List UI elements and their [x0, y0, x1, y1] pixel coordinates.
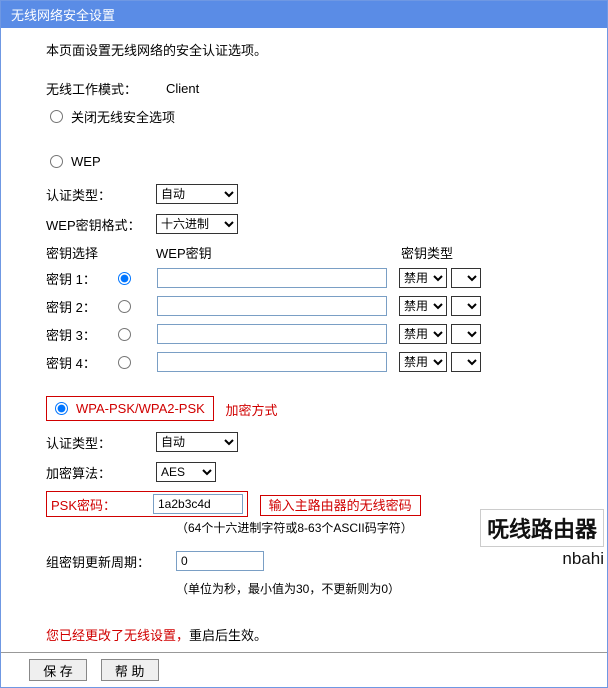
key-3-radio[interactable] — [118, 328, 131, 341]
key-1-type[interactable]: 禁用 — [399, 268, 447, 288]
mode-row: 无线工作模式： Client — [46, 77, 577, 99]
wpa-radio[interactable] — [55, 402, 68, 415]
footer: 保 存 帮 助 — [1, 652, 607, 687]
key-4-type[interactable]: 禁用 — [399, 352, 447, 372]
key-2-input[interactable] — [157, 296, 387, 316]
disable-security-label: 关闭无线安全选项 — [71, 107, 175, 126]
key-row-1: 密钥 1： 禁用 — [46, 268, 577, 288]
wep-auth-row: 认证类型： 自动 — [46, 183, 577, 205]
notice-black: 重启后生效。 — [189, 628, 267, 643]
wep-auth-label: 认证类型： — [46, 185, 156, 204]
watermark-url: nbahi — [562, 549, 604, 569]
key-1-extra[interactable] — [451, 268, 481, 288]
wpa-auth-label: 认证类型： — [46, 433, 156, 452]
wpa-row: WPA-PSK/WPA2-PSK 加密方式 — [46, 380, 577, 431]
group-key-hint: （单位为秒，最小值为30，不更新则为0） — [176, 580, 577, 597]
disable-security-radio[interactable] — [50, 110, 63, 123]
wpa-auth-select[interactable]: 自动 — [156, 432, 238, 452]
key-row-3: 密钥 3： 禁用 — [46, 324, 577, 344]
key-2-radio[interactable] — [118, 300, 131, 313]
mode-value: Client — [166, 81, 199, 96]
wpa-option-box[interactable]: WPA-PSK/WPA2-PSK — [46, 396, 214, 421]
key-2-type[interactable]: 禁用 — [399, 296, 447, 316]
key-1-input[interactable] — [157, 268, 387, 288]
key-2-extra[interactable] — [451, 296, 481, 316]
key-1-radio[interactable] — [118, 272, 131, 285]
key-3-label: 密钥 3： — [46, 325, 118, 344]
wep-format-row: WEP密钥格式： 十六进制 — [46, 213, 577, 235]
algorithm-row: 加密算法： AES — [46, 461, 577, 483]
key-4-label: 密钥 4： — [46, 353, 118, 372]
key-4-input[interactable] — [157, 352, 387, 372]
help-button[interactable]: 帮 助 — [101, 659, 159, 681]
key-4-radio[interactable] — [118, 356, 131, 369]
key-type-header: 密钥类型 — [401, 243, 453, 262]
wep-option[interactable]: WEP — [50, 154, 577, 169]
algorithm-select[interactable]: AES — [156, 462, 216, 482]
wpa-auth-row: 认证类型： 自动 — [46, 431, 577, 453]
wep-format-label: WEP密钥格式： — [46, 215, 156, 234]
wep-label: WEP — [71, 154, 101, 169]
key-row-4: 密钥 4： 禁用 — [46, 352, 577, 372]
wep-radio[interactable] — [50, 155, 63, 168]
wpa-label: WPA-PSK/WPA2-PSK — [76, 401, 205, 416]
restart-notice: 您已经更改了无线设置，重启后生效。 — [46, 625, 577, 644]
mode-label: 无线工作模式： — [46, 79, 156, 98]
key-header: 密钥选择 WEP密钥 密钥类型 — [46, 243, 577, 262]
psk-label: PSK密码： — [47, 495, 153, 514]
group-key-row: 组密钥更新周期： — [46, 550, 577, 572]
algorithm-label: 加密算法： — [46, 463, 156, 482]
disable-security-option[interactable]: 关闭无线安全选项 — [50, 107, 577, 126]
key-2-label: 密钥 2： — [46, 297, 118, 316]
group-key-input[interactable] — [176, 551, 264, 571]
notice-red: 您已经更改了无线设置， — [46, 628, 189, 643]
wpa-annotation: 加密方式 — [225, 403, 277, 418]
wep-key-header: WEP密钥 — [156, 243, 401, 262]
wep-format-select[interactable]: 十六进制 — [156, 214, 238, 234]
key-row-2: 密钥 2： 禁用 — [46, 296, 577, 316]
key-1-label: 密钥 1： — [46, 269, 118, 288]
key-3-input[interactable] — [157, 324, 387, 344]
watermark-text: 呒线路由器 — [480, 509, 604, 547]
key-3-type[interactable]: 禁用 — [399, 324, 447, 344]
wep-auth-select[interactable]: 自动 — [156, 184, 238, 204]
psk-box: PSK密码： — [46, 491, 248, 517]
key-4-extra[interactable] — [451, 352, 481, 372]
group-key-label: 组密钥更新周期： — [46, 552, 176, 571]
key-select-header: 密钥选择 — [46, 243, 156, 262]
description: 本页面设置无线网络的安全认证选项。 — [46, 40, 577, 59]
settings-panel: 无线网络安全设置 本页面设置无线网络的安全认证选项。 无线工作模式： Clien… — [0, 0, 608, 688]
key-3-extra[interactable] — [451, 324, 481, 344]
psk-annotation: 输入主路由器的无线密码 — [260, 495, 421, 516]
save-button[interactable]: 保 存 — [29, 659, 87, 681]
panel-title: 无线网络安全设置 — [1, 1, 607, 28]
psk-input[interactable] — [153, 494, 243, 514]
panel-content: 本页面设置无线网络的安全认证选项。 无线工作模式： Client 关闭无线安全选… — [1, 28, 607, 652]
